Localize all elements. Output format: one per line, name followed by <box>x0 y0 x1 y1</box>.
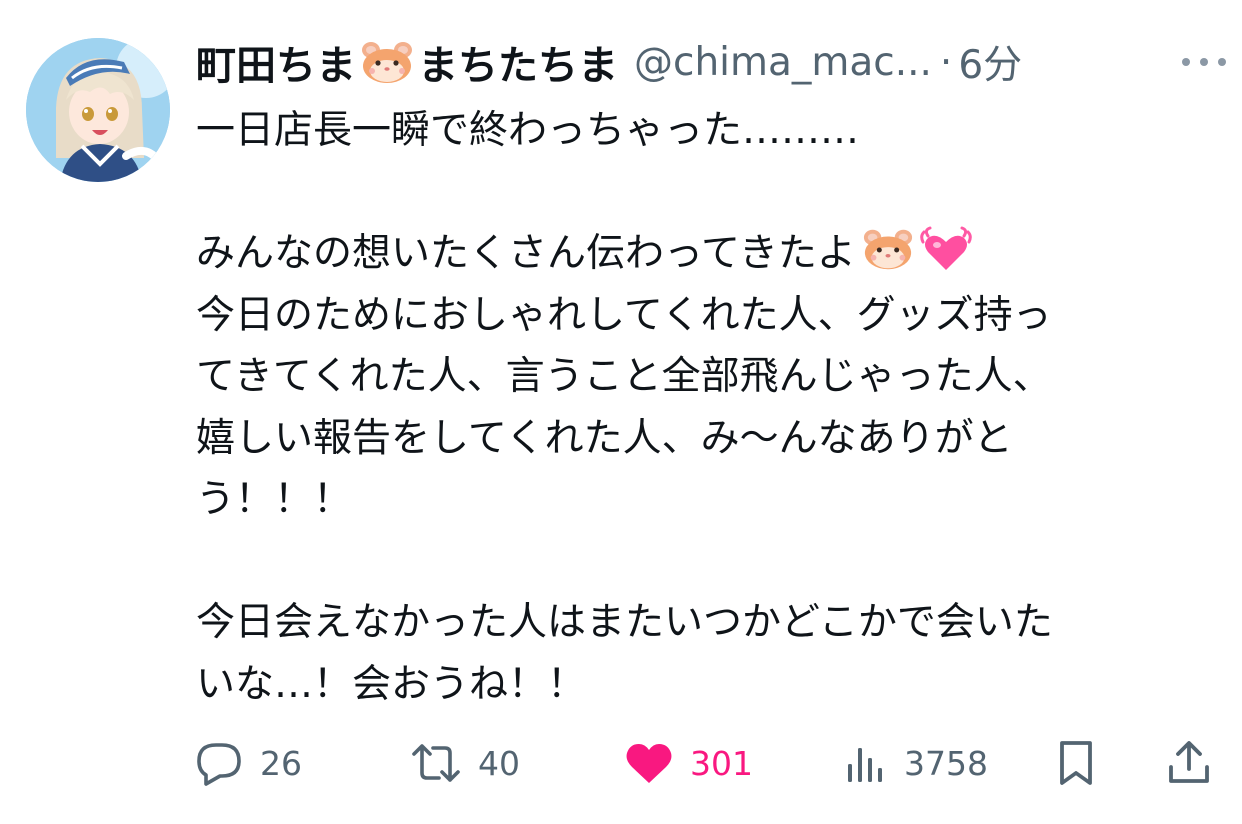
tweet-line: 嬉しい報告をしてくれた人、み〜んなありがと <box>196 415 1013 461</box>
tweet-line-text: みんなの想いたくさん伝わってきたよ <box>196 231 856 276</box>
tweet-blank-line <box>196 162 1206 224</box>
tweet-line: 一日店長一瞬で終わっちゃった……… <box>196 108 860 153</box>
share-button[interactable] <box>1166 735 1212 791</box>
tweet-text: 一日店長一瞬で終わっちゃった……… みんなの想いたくさん伝わってきたよ 今日のた… <box>196 100 1206 715</box>
like-button[interactable]: 301 <box>624 735 753 791</box>
heart-icon <box>626 744 672 783</box>
action-bar: 26 40 301 3758 <box>194 735 1214 791</box>
views-button[interactable]: 3758 <box>844 735 988 791</box>
more-icon[interactable] <box>1182 44 1226 80</box>
bookmark-icon <box>1060 741 1092 785</box>
views-count: 3758 <box>904 743 988 783</box>
reply-icon <box>197 743 241 786</box>
hamster-face-emoji <box>862 226 914 272</box>
tweet-header: 町田ちま まちたちま @chima_mac... · 6分 <box>196 34 1226 90</box>
views-icon <box>848 748 882 782</box>
avatar[interactable] <box>26 38 170 182</box>
retweet-icon <box>412 744 460 782</box>
display-name-part2: まちたちま <box>418 43 618 89</box>
tweet-line: いな…！会おうね！！ <box>196 661 587 707</box>
bookmark-button[interactable] <box>1056 735 1096 791</box>
separator-dot: · <box>939 39 953 85</box>
tweet-line: みんなの想いたくさん伝わってきたよ <box>196 223 1206 285</box>
tweet-line: う！！！ <box>196 477 353 522</box>
share-icon <box>1169 741 1209 783</box>
timestamp[interactable]: 6分 <box>958 34 1022 90</box>
retweet-count: 40 <box>478 743 520 783</box>
user-handle[interactable]: @chima_mac... <box>634 40 932 85</box>
reply-count: 26 <box>260 743 302 783</box>
tweet-card[interactable]: 町田ちま まちたちま @chima_mac... · 6分 一日店長一瞬で終わっ… <box>0 0 1242 824</box>
reply-button[interactable]: 26 <box>194 735 302 791</box>
tweet-line: てきてくれた人、言うこと全部飛んじゃった人、 <box>196 354 1052 399</box>
display-name-part1: 町田ちま <box>196 43 356 89</box>
beating-heart-emoji <box>920 226 972 272</box>
retweet-button[interactable]: 40 <box>410 735 520 791</box>
tweet-line: 今日のためにおしゃれしてくれた人、グッズ持っ <box>196 292 1052 338</box>
hamster-face-emoji <box>360 40 414 84</box>
tweet-line: 今日会えなかった人はまたいつかどこかで会いた <box>196 600 1053 645</box>
display-name[interactable]: 町田ちま まちたちま <box>196 33 618 91</box>
tweet-blank-line <box>196 531 1206 593</box>
like-count: 301 <box>690 743 753 783</box>
